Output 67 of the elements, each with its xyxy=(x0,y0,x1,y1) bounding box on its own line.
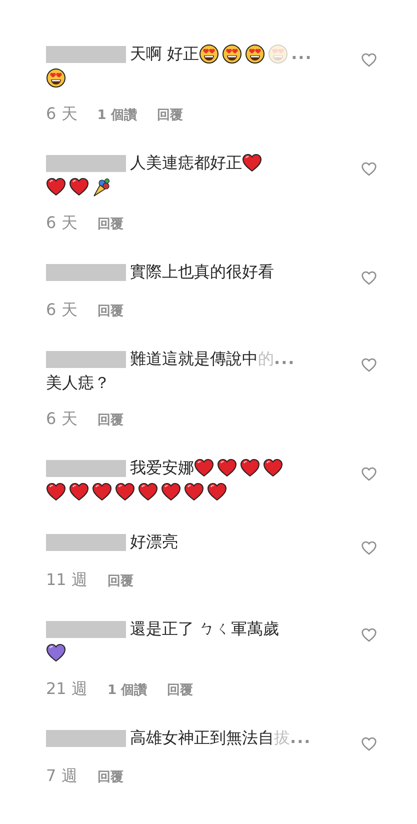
heart-outline-icon xyxy=(361,52,377,68)
heart-outline-icon xyxy=(361,736,377,752)
like-button[interactable] xyxy=(361,466,377,482)
more-ellipsis[interactable]: ... xyxy=(290,726,312,750)
comment-text: 拔 xyxy=(274,727,290,749)
comment-time: 21 週 xyxy=(46,679,88,700)
heart-emoji-icon xyxy=(115,482,135,502)
heart-outline-icon xyxy=(361,270,377,286)
reply-link[interactable]: 回覆 xyxy=(97,410,124,428)
like-button[interactable] xyxy=(361,627,377,643)
like-button[interactable] xyxy=(361,270,377,286)
heart-outline-icon xyxy=(361,161,377,177)
reply-link[interactable]: 回覆 xyxy=(167,680,194,698)
heart-emoji-icon xyxy=(161,482,181,502)
heart-emoji-icon xyxy=(46,643,66,663)
comment-text: 還是正了 ㄅㄑ軍萬歲 xyxy=(130,618,280,640)
reply-link[interactable]: 回覆 xyxy=(97,768,124,786)
comment-time: 11 週 xyxy=(46,570,88,591)
comment-text: 高雄女神正到無法自 xyxy=(130,727,274,749)
likes-count-link[interactable]: 1 個讚 xyxy=(97,106,137,124)
heart-outline-icon xyxy=(361,627,377,643)
like-button[interactable] xyxy=(361,52,377,68)
likes-count-link[interactable]: 1 個讚 xyxy=(107,680,148,698)
more-ellipsis[interactable]: ... xyxy=(274,347,296,371)
more-ellipsis[interactable]: ... xyxy=(291,42,312,66)
heart-emoji-icon xyxy=(46,177,66,197)
heart-emoji-icon xyxy=(138,482,158,502)
heart-eyes-emoji-icon xyxy=(222,44,242,64)
comment-text: 美人痣？ xyxy=(46,372,110,394)
heart-emoji-icon xyxy=(217,458,237,478)
comment-text: 難道這就是傳說中 xyxy=(130,348,258,370)
heart-emoji-icon xyxy=(240,458,260,478)
comment-text: 人美連痣都好正 xyxy=(130,152,242,174)
comment-time: 7 週 xyxy=(46,766,78,787)
heart-emoji-icon xyxy=(92,482,112,502)
heart-emoji-icon xyxy=(46,482,66,502)
heart-emoji-icon xyxy=(207,482,227,502)
heart-eyes-emoji-icon xyxy=(46,68,66,88)
heart-eyes-emoji-icon xyxy=(199,44,220,64)
like-button[interactable] xyxy=(361,357,377,373)
reply-link[interactable]: 回覆 xyxy=(97,214,124,232)
comment-time: 6 天 xyxy=(46,300,78,321)
comment-text: 好漂亮 xyxy=(130,531,178,553)
heart-emoji-icon xyxy=(69,177,89,197)
heart-emoji-icon xyxy=(69,482,89,502)
bouquet-emoji-icon xyxy=(92,177,112,197)
like-button[interactable] xyxy=(361,161,377,177)
comment-text: 的 xyxy=(258,348,274,370)
heart-emoji-icon xyxy=(242,153,262,173)
comment-time: 6 天 xyxy=(46,409,78,430)
reply-link[interactable]: 回覆 xyxy=(107,572,134,590)
comment-text: 實際上也真的很好看 xyxy=(130,261,274,283)
heart-emoji-icon xyxy=(263,458,283,478)
heart-outline-icon xyxy=(361,540,377,556)
reply-link[interactable]: 回覆 xyxy=(156,106,183,124)
comment-text: 我爱安娜 xyxy=(130,457,194,479)
heart-emoji-icon xyxy=(184,482,204,502)
reply-link[interactable]: 回覆 xyxy=(97,302,124,320)
like-button[interactable] xyxy=(361,736,377,752)
comment-text: 天啊 好正 xyxy=(130,43,200,65)
heart-outline-icon xyxy=(361,466,377,482)
comment-time: 6 天 xyxy=(46,104,78,125)
heart-eyes-emoji-icon xyxy=(245,44,266,64)
heart-outline-icon xyxy=(361,357,377,373)
like-button[interactable] xyxy=(361,540,377,556)
comment-time: 6 天 xyxy=(46,213,78,234)
heart-emoji-icon xyxy=(194,458,214,478)
